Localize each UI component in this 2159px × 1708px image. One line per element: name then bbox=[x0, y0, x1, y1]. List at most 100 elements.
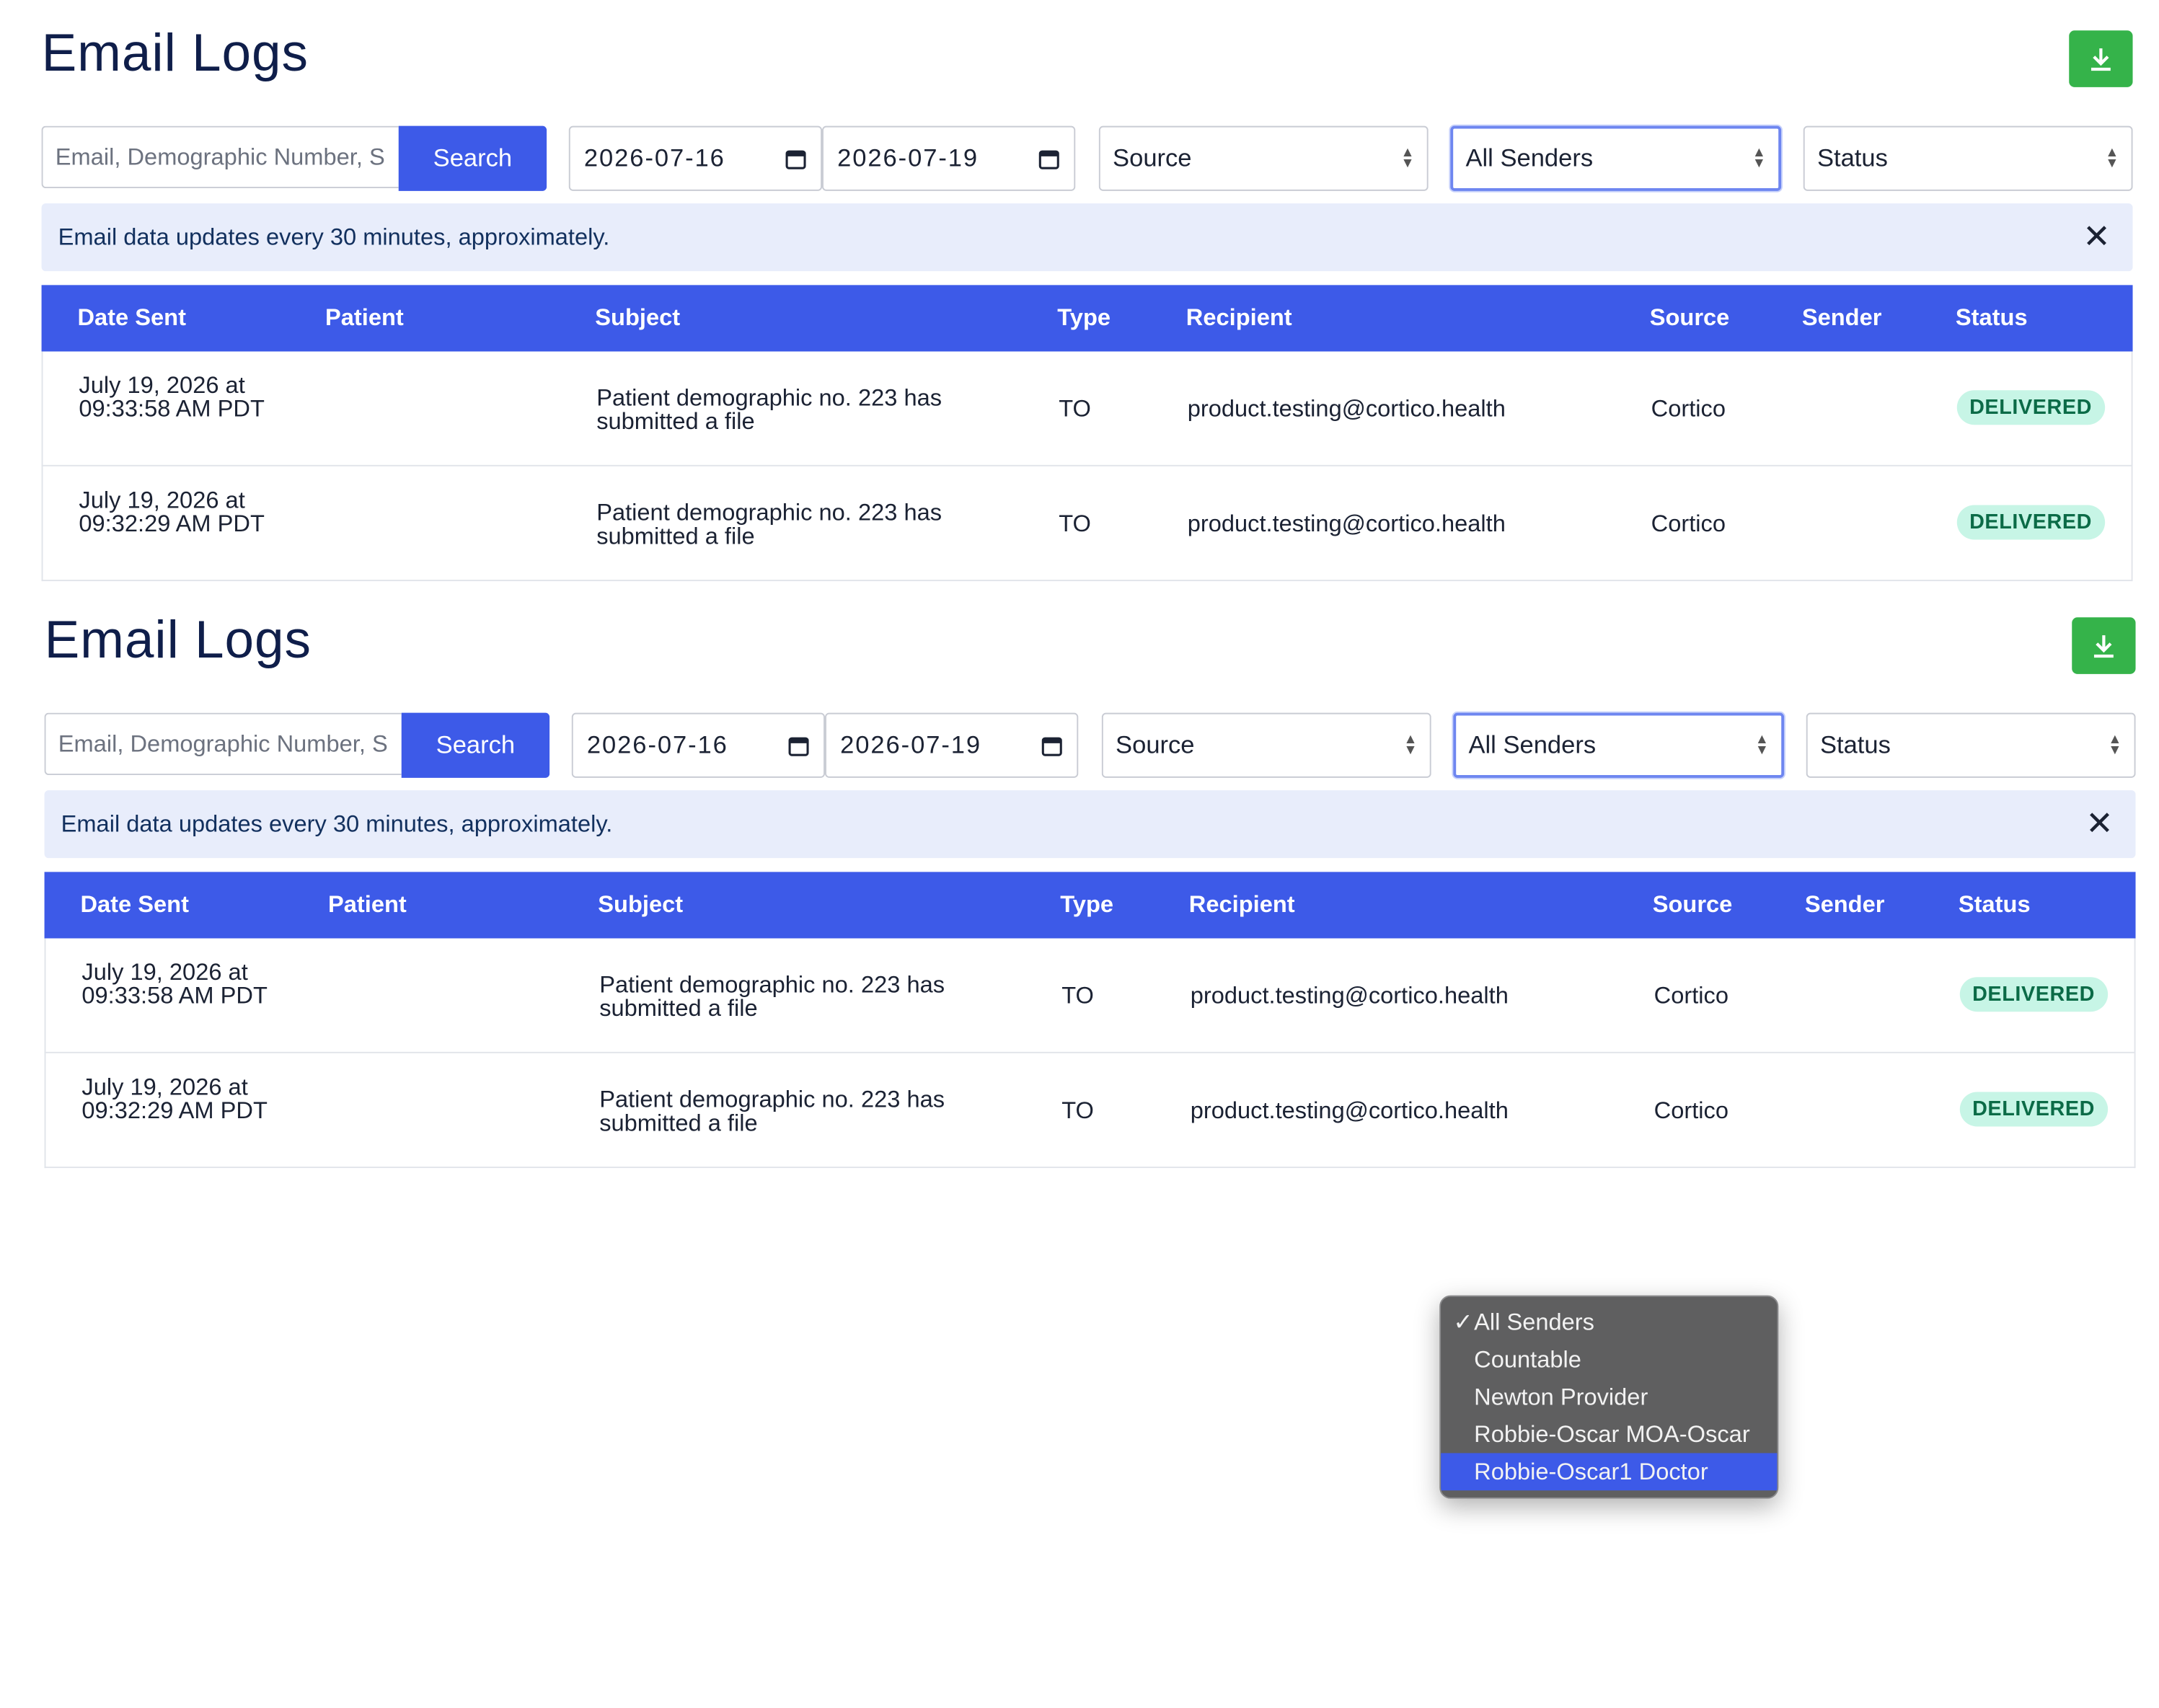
header-sender[interactable]: Sender bbox=[1805, 891, 1885, 919]
status-select[interactable]: Status ▲ ▼ bbox=[1806, 712, 2136, 778]
alert-text: Email data updates every 30 minutes, app… bbox=[58, 223, 610, 250]
download-button[interactable] bbox=[2069, 30, 2133, 87]
cell-recipient: product.testing@cortico.health bbox=[1187, 510, 1506, 537]
download-button[interactable] bbox=[2072, 617, 2136, 674]
header-patient[interactable]: Patient bbox=[325, 304, 404, 332]
header-source[interactable]: Source bbox=[1653, 891, 1733, 919]
calendar-icon[interactable] bbox=[1038, 147, 1060, 169]
cell-recipient: product.testing@cortico.health bbox=[1187, 395, 1506, 422]
status-badge: DELIVERED bbox=[1959, 1092, 2108, 1127]
email-log-table: Date Sent Patient Subject Type Recipient… bbox=[41, 285, 2133, 582]
header-type[interactable]: Type bbox=[1060, 891, 1113, 919]
download-icon bbox=[2093, 635, 2114, 658]
cell-recipient: product.testing@cortico.health bbox=[1190, 982, 1509, 1009]
select-arrows-icon: ▲ ▼ bbox=[1752, 144, 1766, 172]
download-icon bbox=[2090, 48, 2111, 71]
calendar-icon[interactable] bbox=[787, 734, 810, 756]
header-status[interactable]: Status bbox=[1956, 304, 2028, 332]
cell-type: TO bbox=[1061, 982, 1094, 1009]
option-label: Newton Provider bbox=[1474, 1384, 1648, 1410]
select-arrows-icon: ▲ ▼ bbox=[1403, 731, 1418, 758]
alert-text: Email data updates every 30 minutes, app… bbox=[61, 810, 613, 837]
sender-select[interactable]: All Senders ▲ ▼ bbox=[1450, 125, 1782, 191]
calendar-icon[interactable] bbox=[785, 147, 807, 169]
table-header: Date Sent Patient Subject Type Recipient… bbox=[41, 285, 2133, 352]
page-title: Email Logs bbox=[44, 611, 312, 671]
cell-date-sent: July 19, 2026 at 09:33:58 AM PDT bbox=[81, 959, 268, 1009]
search-input[interactable] bbox=[44, 712, 402, 776]
header-source[interactable]: Source bbox=[1650, 304, 1730, 332]
close-icon[interactable]: ✕ bbox=[2085, 804, 2114, 844]
header-date-sent[interactable]: Date Sent bbox=[80, 891, 189, 919]
sender-option-robbie-oscar1-doctor[interactable]: Robbie-Oscar1 Doctor bbox=[1441, 1453, 1778, 1491]
cell-type: TO bbox=[1059, 510, 1091, 537]
option-label: Robbie-Oscar1 Doctor bbox=[1474, 1459, 1708, 1485]
option-label: Countable bbox=[1474, 1346, 1581, 1373]
status-select[interactable]: Status ▲ ▼ bbox=[1803, 125, 2133, 191]
cell-source: Cortico bbox=[1654, 982, 1729, 1009]
sender-option-countable[interactable]: Countable bbox=[1441, 1341, 1777, 1379]
source-select-value: Source bbox=[1116, 730, 1195, 758]
sender-select-value: All Senders bbox=[1465, 143, 1594, 172]
date-from-field[interactable]: 2026-07-16 bbox=[571, 712, 826, 778]
cell-subject: Patient demographic no. 223 has submitte… bbox=[596, 499, 942, 549]
header-subject[interactable]: Subject bbox=[598, 891, 683, 919]
status-badge: DELIVERED bbox=[1959, 977, 2108, 1012]
info-alert: Email data updates every 30 minutes, app… bbox=[44, 790, 2136, 859]
cell-date-sent: July 19, 2026 at 09:33:58 AM PDT bbox=[79, 372, 265, 422]
header-sender[interactable]: Sender bbox=[1802, 304, 1882, 332]
sender-option-robbie-oscar-moa[interactable]: Robbie-Oscar MOA-Oscar bbox=[1441, 1416, 1777, 1453]
table-header: Date Sent Patient Subject Type Recipient… bbox=[44, 872, 2136, 939]
option-label: All Senders bbox=[1474, 1309, 1594, 1336]
header-recipient[interactable]: Recipient bbox=[1189, 891, 1295, 919]
sender-dropdown-menu: ✓ All Senders Countable Newton Provider … bbox=[1439, 1295, 1779, 1499]
header-patient[interactable]: Patient bbox=[328, 891, 407, 919]
date-to-field[interactable]: 2026-07-19 bbox=[822, 125, 1076, 191]
email-logs-panel-top: Email Logs Search 2026-07-16 2026-07-19 … bbox=[0, 0, 2159, 584]
header-subject[interactable]: Subject bbox=[595, 304, 680, 332]
search-input[interactable] bbox=[41, 125, 399, 189]
header-recipient[interactable]: Recipient bbox=[1186, 304, 1292, 332]
select-arrows-icon: ▲ ▼ bbox=[1754, 731, 1769, 758]
date-to-value: 2026-07-19 bbox=[840, 730, 982, 758]
email-log-table: Date Sent Patient Subject Type Recipient… bbox=[44, 872, 2136, 1169]
cell-date-sent: July 19, 2026 at 09:32:29 AM PDT bbox=[79, 487, 265, 537]
search-button[interactable]: Search bbox=[398, 125, 547, 191]
cell-date-sent: July 19, 2026 at 09:32:29 AM PDT bbox=[81, 1074, 268, 1124]
cell-type: TO bbox=[1061, 1097, 1094, 1124]
date-to-value: 2026-07-19 bbox=[837, 143, 979, 172]
date-from-value: 2026-07-16 bbox=[586, 730, 728, 758]
date-from-field[interactable]: 2026-07-16 bbox=[568, 125, 823, 191]
status-badge: DELIVERED bbox=[1956, 505, 2105, 540]
filter-bar: Search 2026-07-16 2026-07-19 Source ▲▼ A… bbox=[0, 125, 2159, 191]
date-from-value: 2026-07-16 bbox=[583, 143, 725, 172]
table-row[interactable]: July 19, 2026 at 09:33:58 AM PDT Patient… bbox=[41, 351, 2133, 466]
table-row[interactable]: July 19, 2026 at 09:32:29 AM PDT Patient… bbox=[44, 1053, 2136, 1169]
cell-subject: Patient demographic no. 223 has submitte… bbox=[596, 384, 942, 435]
page-title: Email Logs bbox=[41, 25, 309, 84]
calendar-icon[interactable] bbox=[1041, 734, 1063, 756]
cell-subject: Patient demographic no. 223 has submitte… bbox=[599, 971, 945, 1022]
cell-source: Cortico bbox=[1651, 395, 1726, 422]
header-status[interactable]: Status bbox=[1959, 891, 2031, 919]
select-arrows-icon: ▲ ▼ bbox=[2105, 144, 2119, 172]
select-arrows-icon: ▲ ▼ bbox=[2108, 731, 2122, 758]
option-label: Robbie-Oscar MOA-Oscar bbox=[1474, 1421, 1750, 1448]
table-row[interactable]: July 19, 2026 at 09:33:58 AM PDT Patient… bbox=[44, 938, 2136, 1053]
cell-type: TO bbox=[1059, 395, 1091, 422]
info-alert: Email data updates every 30 minutes, app… bbox=[41, 203, 2133, 272]
sender-option-all-senders[interactable]: ✓ All Senders bbox=[1441, 1304, 1777, 1341]
source-select[interactable]: Source ▲ ▼ bbox=[1098, 125, 1429, 191]
sender-select[interactable]: All Senders ▲ ▼ bbox=[1453, 712, 1785, 778]
header-type[interactable]: Type bbox=[1057, 304, 1111, 332]
close-icon[interactable]: ✕ bbox=[2083, 217, 2111, 257]
source-select[interactable]: Source ▲ ▼ bbox=[1101, 712, 1431, 778]
table-row[interactable]: July 19, 2026 at 09:32:29 AM PDT Patient… bbox=[41, 466, 2133, 582]
date-to-field[interactable]: 2026-07-19 bbox=[825, 712, 1079, 778]
status-select-value: Status bbox=[1816, 143, 1888, 172]
sender-option-newton-provider[interactable]: Newton Provider bbox=[1441, 1379, 1777, 1416]
email-logs-panel-bottom: Email Logs Search 2026-07-16 2026-07-19 … bbox=[0, 587, 2159, 1499]
search-button[interactable]: Search bbox=[401, 712, 550, 778]
checkmark-icon: ✓ bbox=[1453, 1309, 1473, 1336]
header-date-sent[interactable]: Date Sent bbox=[77, 304, 186, 332]
